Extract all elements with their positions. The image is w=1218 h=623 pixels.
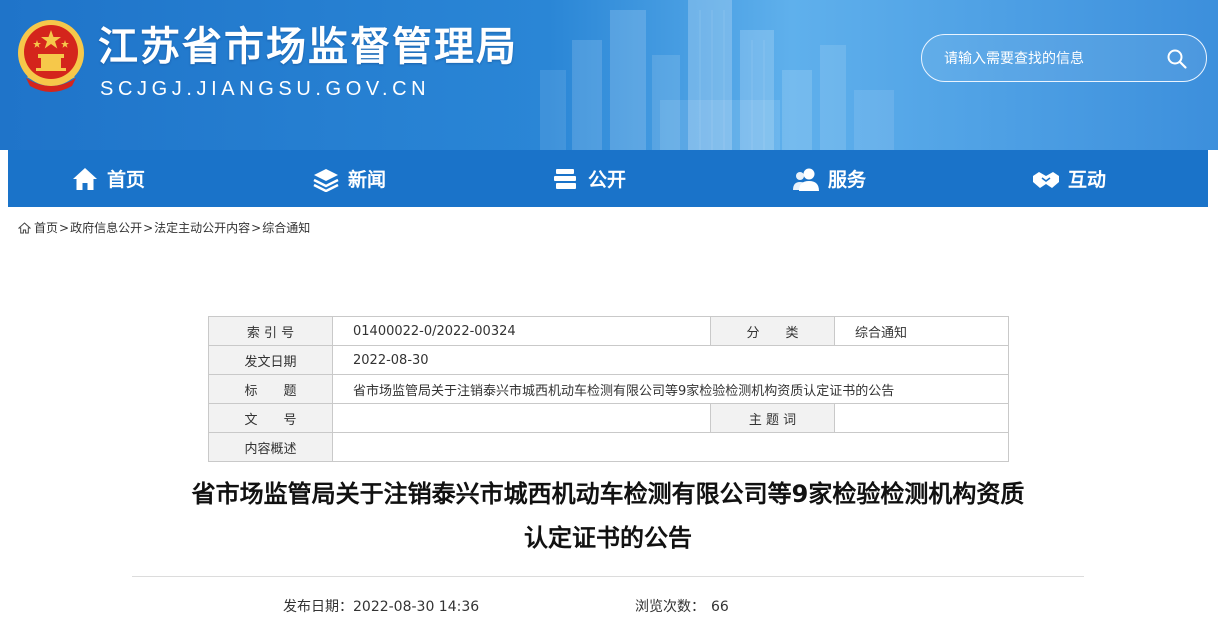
breadcrumb-separator: >: [143, 220, 154, 235]
publish-date: 发布日期：2022-08-30 14:36: [283, 596, 479, 616]
breadcrumb-statutory[interactable]: 法定主动公开内容: [154, 219, 250, 236]
search-icon[interactable]: [1166, 48, 1188, 70]
site-title: 江苏省市场监督管理局: [98, 24, 518, 70]
home-icon: [18, 221, 31, 233]
date-label: 发文日期: [208, 345, 333, 375]
nav-item-label: 互动: [1068, 169, 1107, 191]
national-emblem-logo: [18, 20, 84, 92]
nav-item-home[interactable]: 首页: [71, 150, 145, 207]
nav-item-news[interactable]: 新闻: [312, 150, 386, 207]
main-nav: 首页 新闻 公开 服务 互动: [8, 150, 1208, 207]
index-label: 索 引 号: [208, 316, 333, 346]
document-info-table: 索 引 号 01400022-0/2022-00324 分 类 综合通知 发文日…: [208, 316, 1009, 462]
view-count-value: 66: [711, 599, 729, 615]
doc-no-label: 文 号: [208, 403, 333, 433]
nav-item-label: 服务: [828, 169, 867, 191]
category-value: 综合通知: [834, 316, 1009, 346]
article-title-line: 认定证书的公告: [524, 524, 692, 552]
view-count: 浏览次数： 66: [635, 596, 729, 616]
doc-no-value: [332, 403, 711, 433]
summary-label: 内容概述: [208, 432, 333, 462]
breadcrumb-separator: >: [251, 220, 262, 235]
layers-icon: [313, 168, 339, 192]
subject-value: [834, 403, 1009, 433]
table-row: 索 引 号 01400022-0/2022-00324 分 类 综合通知: [208, 316, 1009, 346]
search-input[interactable]: [944, 47, 1144, 71]
content-area: 首页 > 政府信息公开 > 法定主动公开内容 > 综合通知 索 引 号 0140…: [8, 207, 1208, 623]
nav-item-label: 首页: [107, 169, 146, 191]
nav-item-interact[interactable]: 互动: [1032, 150, 1106, 207]
nav-item-label: 新闻: [348, 169, 387, 191]
search-box: [921, 34, 1207, 82]
home-icon: [73, 167, 97, 190]
nav-item-service[interactable]: 服务: [792, 150, 866, 207]
divider: [132, 576, 1084, 577]
title-label: 标 题: [208, 374, 333, 404]
users-icon: [793, 168, 819, 191]
breadcrumb-home[interactable]: 首页: [34, 219, 58, 236]
breadcrumb-separator: >: [59, 220, 70, 235]
table-row: 内容概述: [208, 432, 1009, 462]
summary-value: [332, 432, 1009, 462]
publish-date-label: 发布日期：: [283, 599, 353, 615]
index-value: 01400022-0/2022-00324: [332, 316, 711, 346]
table-row: 发文日期 2022-08-30: [208, 345, 1009, 375]
date-value: 2022-08-30: [332, 345, 1009, 375]
site-header: 江苏省市场监督管理局 SCJGJ.JIANGSU.GOV.CN: [0, 0, 1218, 150]
handshake-icon: [1033, 171, 1059, 188]
article-title: 省市场监管局关于注销泰兴市城西机动车检测有限公司等9家检验检测机构资质 认定证书…: [8, 472, 1208, 560]
stack-icon: [554, 168, 576, 189]
view-count-label: 浏览次数：: [635, 599, 705, 615]
breadcrumb-gov-info[interactable]: 政府信息公开: [70, 219, 142, 236]
subject-label: 主 题 词: [710, 403, 835, 433]
breadcrumb-notice[interactable]: 综合通知: [262, 219, 310, 236]
table-row: 标 题 省市场监管局关于注销泰兴市城西机动车检测有限公司等9家检验检测机构资质认…: [208, 374, 1009, 404]
category-label: 分 类: [710, 316, 835, 346]
nav-item-label: 公开: [588, 169, 627, 191]
publish-date-value: 2022-08-30 14:36: [353, 599, 480, 615]
article-title-line: 省市场监管局关于注销泰兴市城西机动车检测有限公司等9家检验检测机构资质: [191, 480, 1025, 508]
nav-item-public[interactable]: 公开: [552, 150, 626, 207]
table-row: 文 号 主 题 词: [208, 403, 1009, 433]
site-domain: SCJGJ.JIANGSU.GOV.CN: [100, 78, 431, 100]
title-value: 省市场监管局关于注销泰兴市城西机动车检测有限公司等9家检验检测机构资质认定证书的…: [332, 374, 1009, 404]
breadcrumb: 首页 > 政府信息公开 > 法定主动公开内容 > 综合通知: [18, 219, 310, 236]
